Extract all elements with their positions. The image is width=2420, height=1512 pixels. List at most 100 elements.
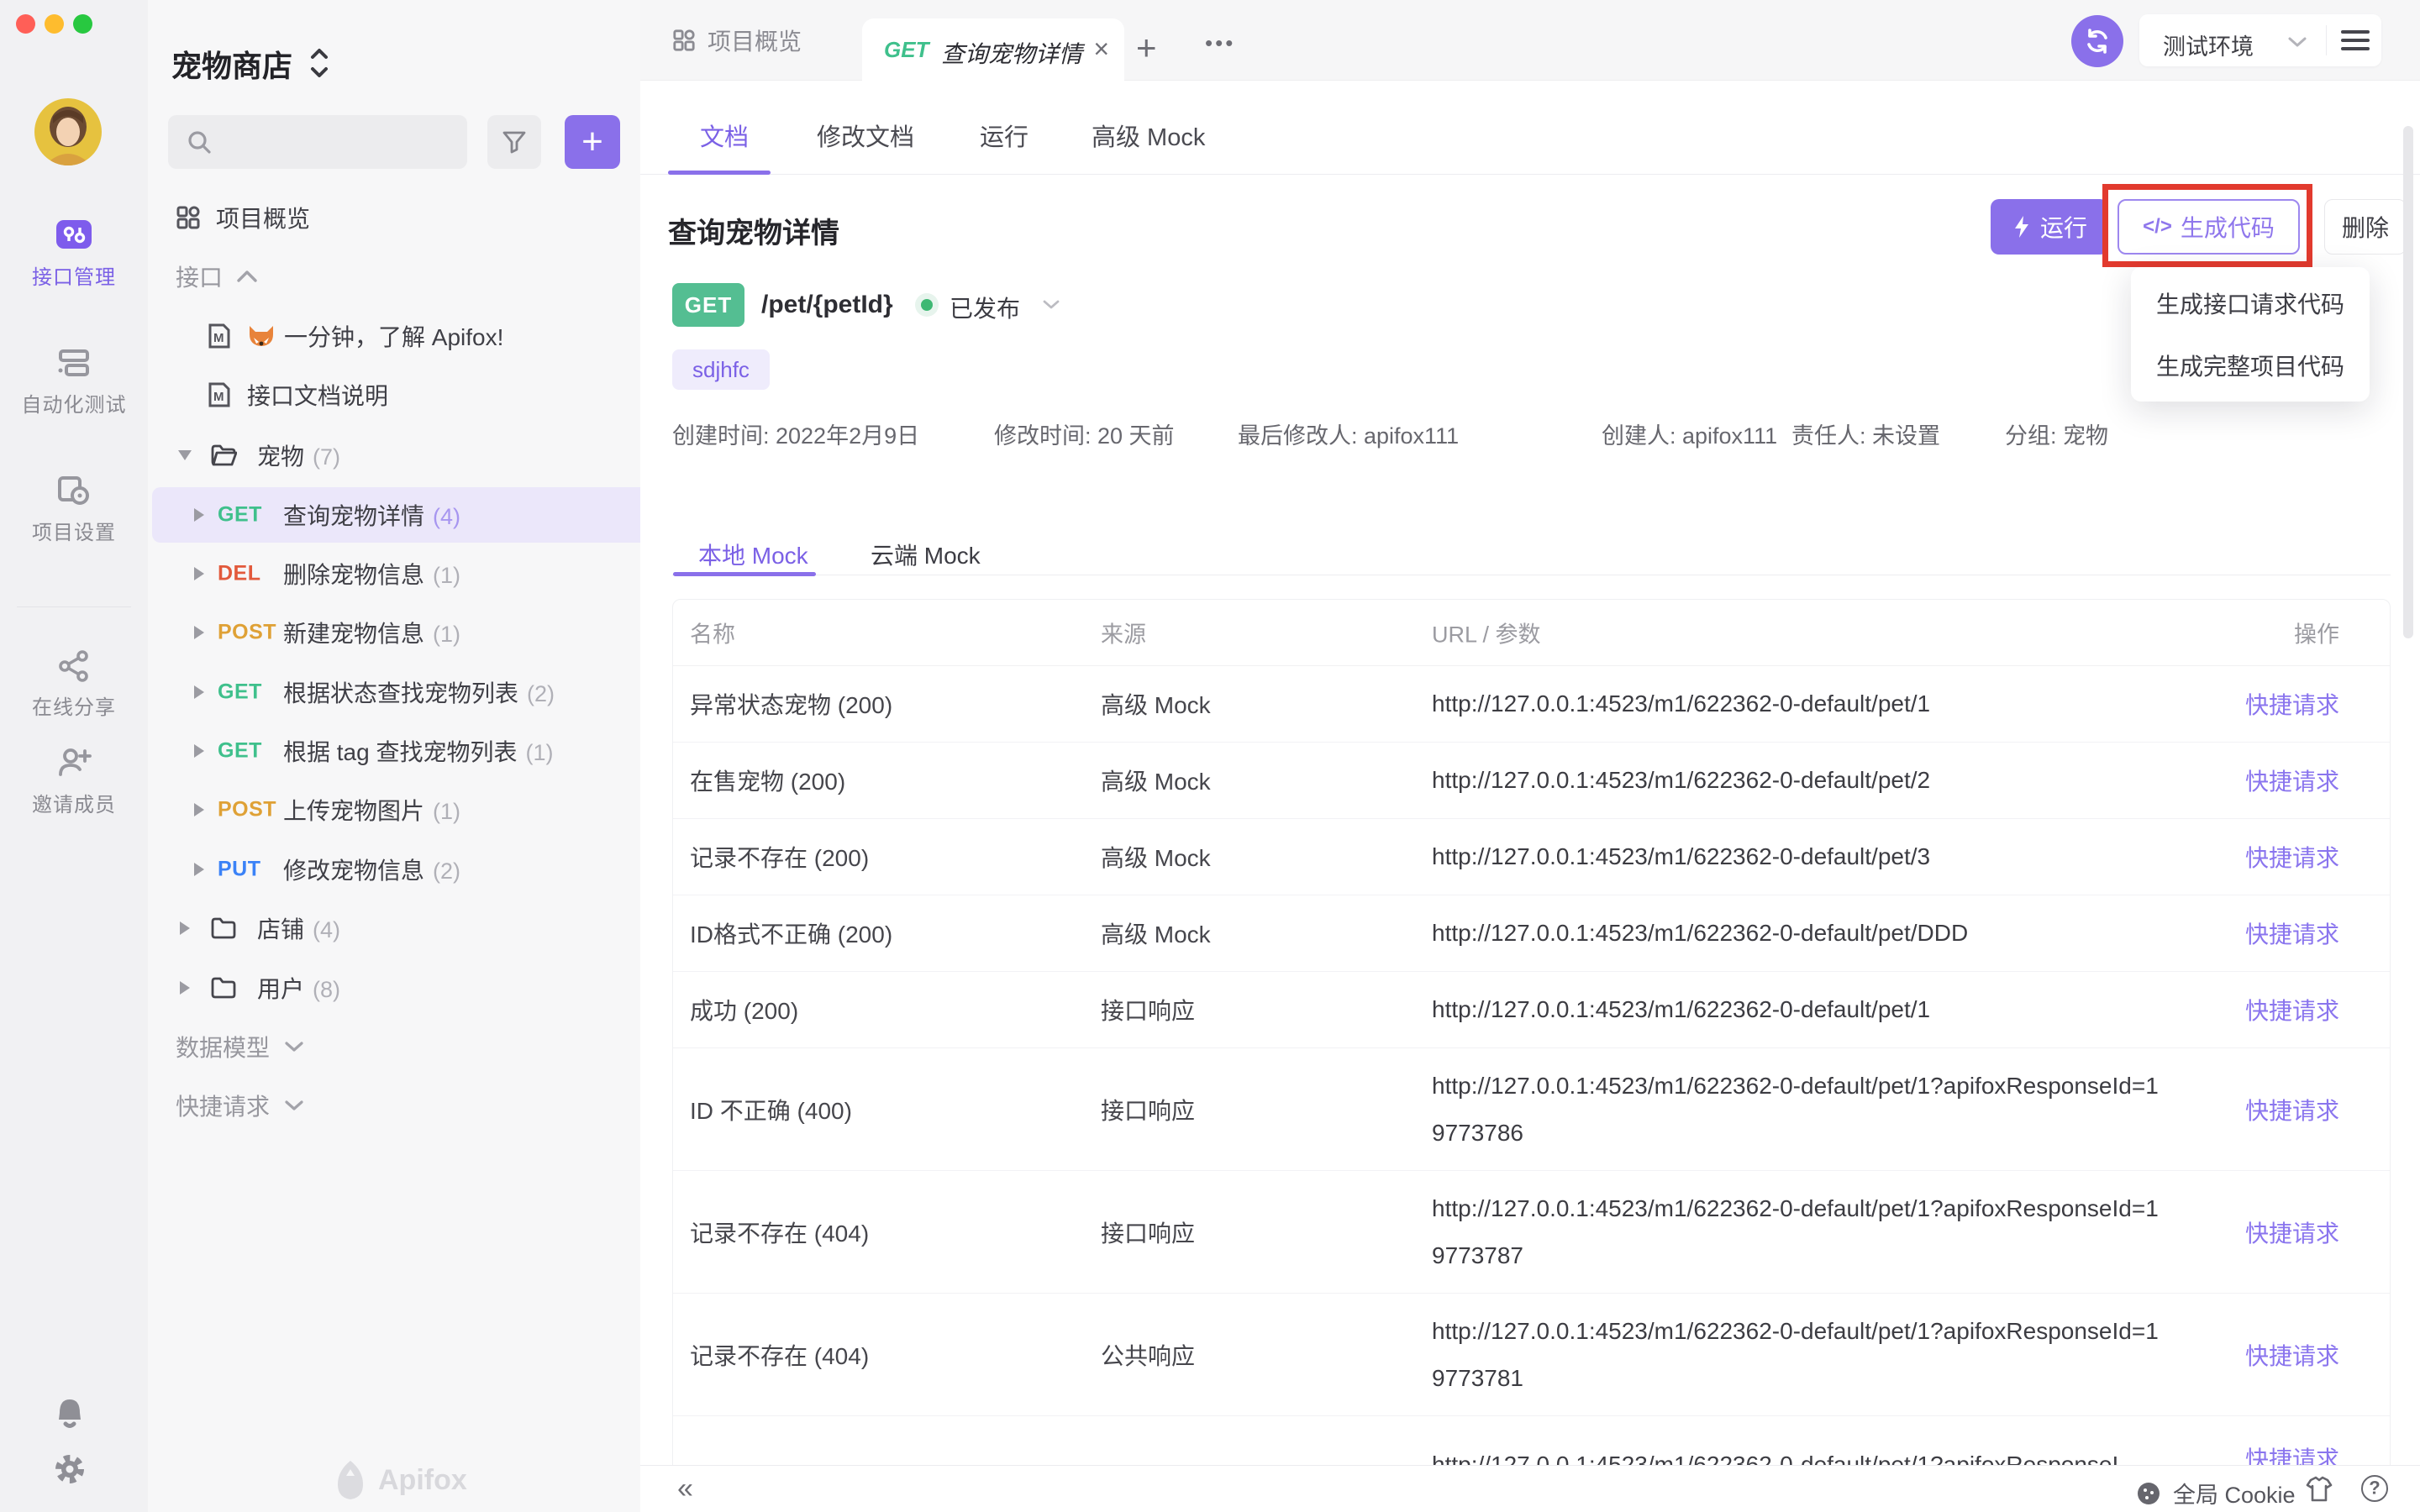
environment-value[interactable]: 测试环境 [2163, 29, 2254, 61]
active-tab-underline [668, 171, 771, 175]
table-row[interactable]: 异常状态宠物 (200) 高级 Mock http://127.0.0.1:45… [673, 666, 2390, 743]
sidebar-item-project-overview[interactable]: 项目概览 [148, 190, 640, 245]
status-chevron-icon[interactable] [1042, 299, 1060, 310]
section-data-models[interactable]: 数据模型 [148, 1019, 640, 1074]
rail-item-invite-members[interactable]: 邀请成员 [0, 744, 148, 817]
cell-source: 接口响应 [1101, 1215, 1195, 1249]
endpoint-count: (4) [433, 504, 460, 529]
svg-text:M: M [213, 331, 224, 345]
quick-request-link[interactable]: 快捷请求 [2245, 1338, 2339, 1372]
rail-item-online-share[interactable]: 在线分享 [0, 648, 148, 720]
table-row[interactable]: ID 不正确 (400) 接口响应 http://127.0.0.1:4523/… [673, 1048, 2390, 1171]
tab-edit-docs[interactable]: 修改文档 [817, 118, 914, 153]
tab-project-overview[interactable]: 项目概览 [672, 0, 802, 81]
meta-last-modifier: 最后修改人: apifox111 [1238, 417, 1459, 450]
main-menu-button[interactable] [2341, 30, 2370, 50]
endpoint-del-pet[interactable]: DEL 删除宠物信息(1) [148, 546, 640, 601]
cell-url: http://127.0.0.1:4523/m1/622362-0-defaul… [1432, 1063, 2171, 1157]
quick-request-link[interactable]: 快捷请求 [2245, 1093, 2339, 1126]
close-tab-icon[interactable]: × [1093, 34, 1109, 65]
tab-cloud-mock[interactable]: 云端 Mock [871, 538, 981, 571]
endpoint-get-pets-by-status[interactable]: GET 根据状态查找宠物列表(2) [148, 664, 640, 720]
sync-button[interactable] [2071, 15, 2123, 67]
endpoint-label: 查询宠物详情(4) [283, 498, 460, 532]
quick-request-link[interactable]: 快捷请求 [2245, 916, 2339, 950]
tab-advanced-mock[interactable]: 高级 Mock [1092, 118, 1205, 153]
cell-source: 接口响应 [1101, 1093, 1195, 1126]
method-badge: GET [672, 283, 744, 327]
chevron-down-icon[interactable] [2287, 36, 2307, 48]
project-name[interactable]: 宠物商店 [171, 42, 292, 86]
tab-active-endpoint[interactable]: GET 查询宠物详情 × [862, 18, 1124, 81]
avatar[interactable] [34, 98, 102, 170]
rail-item-auto-testing[interactable]: 自动化测试 [0, 344, 148, 417]
quick-request-link[interactable]: 快捷请求 [2245, 840, 2339, 874]
delete-button[interactable]: 删除 [2324, 199, 2407, 255]
search-icon [187, 129, 212, 155]
new-tab-button[interactable]: + [1136, 28, 1157, 68]
quick-request-link[interactable]: 快捷请求 [2245, 1215, 2339, 1249]
status-text[interactable]: 已发布 [950, 291, 1020, 324]
folder-users[interactable]: 用户(8) [148, 960, 640, 1016]
table-row[interactable]: 成功 (200) 接口响应 http://127.0.0.1:4523/m1/6… [673, 972, 2390, 1048]
table-row[interactable]: 记录不存在 (404) 接口响应 http://127.0.0.1:4523/m… [673, 1171, 2390, 1294]
search-input[interactable] [168, 115, 467, 169]
share-icon [56, 648, 92, 684]
avatar-image [34, 98, 102, 165]
theme-tshirt-icon[interactable] [2306, 1476, 2333, 1503]
endpoint-post-upload-image[interactable]: POST 上传宠物图片(1) [148, 782, 640, 837]
doc-item-api-docs[interactable]: M 接口文档说明 [148, 367, 640, 423]
cell-name: 记录不存在 (404) [690, 1338, 869, 1372]
cell-source: 接口响应 [1101, 993, 1195, 1026]
quick-request-link[interactable]: 快捷请求 [2245, 687, 2339, 721]
rail-item-api-management[interactable]: 接口管理 [0, 215, 148, 290]
help-icon[interactable]: ? [2361, 1475, 2388, 1502]
run-button[interactable]: 运行 [1991, 199, 2108, 255]
project-switcher-icon[interactable] [309, 47, 329, 83]
settings-gear-icon[interactable] [51, 1451, 88, 1492]
endpoint-post-new-pet[interactable]: POST 新建宠物信息(1) [148, 605, 640, 660]
grid-icon [672, 29, 696, 52]
auto-testing-icon [55, 344, 92, 381]
quick-request-link[interactable]: 快捷请求 [2245, 764, 2339, 797]
add-new-button[interactable]: + [565, 115, 620, 169]
tab-run[interactable]: 运行 [980, 118, 1028, 153]
sync-icon [2083, 27, 2112, 55]
col-header-source: 来源 [1101, 617, 1146, 649]
traffic-light-close[interactable] [16, 14, 35, 34]
filter-button[interactable] [487, 115, 541, 169]
menu-item-generate-project-code[interactable]: 生成完整项目代码 [2131, 334, 2370, 396]
endpoint-get-pet-detail[interactable]: GET 查询宠物详情(4) [148, 487, 640, 543]
table-row[interactable]: 在售宠物 (200) 高级 Mock http://127.0.0.1:4523… [673, 743, 2390, 819]
plus-icon: + [1136, 28, 1157, 67]
tab-docs[interactable]: 文档 [700, 118, 749, 153]
endpoint-label: 修改宠物信息(2) [283, 853, 460, 886]
table-row[interactable]: 记录不存在 (200) 高级 Mock http://127.0.0.1:452… [673, 819, 2390, 895]
table-row[interactable]: 记录不存在 (404) 公共响应 http://127.0.0.1:4523/m… [673, 1294, 2390, 1416]
pill-divider [2326, 25, 2327, 55]
section-quick-requests[interactable]: 快捷请求 [148, 1078, 640, 1133]
global-cookie-button[interactable]: 全局 Cookie [2136, 1477, 2296, 1509]
section-api[interactable]: 接口 [148, 249, 640, 304]
meta-modified-time: 修改时间: 20 天前 [994, 417, 1175, 450]
collapse-chevron-icon [236, 270, 258, 283]
traffic-light-zoom[interactable] [73, 14, 92, 34]
folder-shop[interactable]: 店铺(4) [148, 900, 640, 956]
rail-item-project-settings[interactable]: 项目设置 [0, 472, 148, 545]
endpoint-put-update-pet[interactable]: PUT 修改宠物信息(2) [148, 842, 640, 897]
vertical-scrollbar[interactable] [2403, 126, 2413, 638]
notifications-bell-icon[interactable] [53, 1396, 87, 1437]
active-mock-tab-underline [673, 572, 816, 576]
tab-local-mock[interactable]: 本地 Mock [698, 538, 808, 571]
endpoint-tag[interactable]: sdjhfc [672, 349, 770, 390]
menu-item-generate-request-code[interactable]: 生成接口请求代码 [2131, 272, 2370, 334]
traffic-light-minimize[interactable] [45, 14, 64, 34]
table-row[interactable]: ID格式不正确 (200) 高级 Mock http://127.0.0.1:4… [673, 895, 2390, 972]
method-badge: GET [218, 739, 262, 764]
folder-pets[interactable]: 宠物(7) [148, 428, 640, 483]
more-tabs-button[interactable]: ••• [1205, 30, 1235, 56]
doc-item-intro[interactable]: M 一分钟，了解 Apifox! [148, 308, 640, 364]
endpoint-get-pets-by-tag[interactable]: GET 根据 tag 查找宠物列表(1) [148, 723, 640, 779]
collapse-sidebar-icon[interactable]: « [677, 1473, 693, 1505]
quick-request-link[interactable]: 快捷请求 [2245, 993, 2339, 1026]
